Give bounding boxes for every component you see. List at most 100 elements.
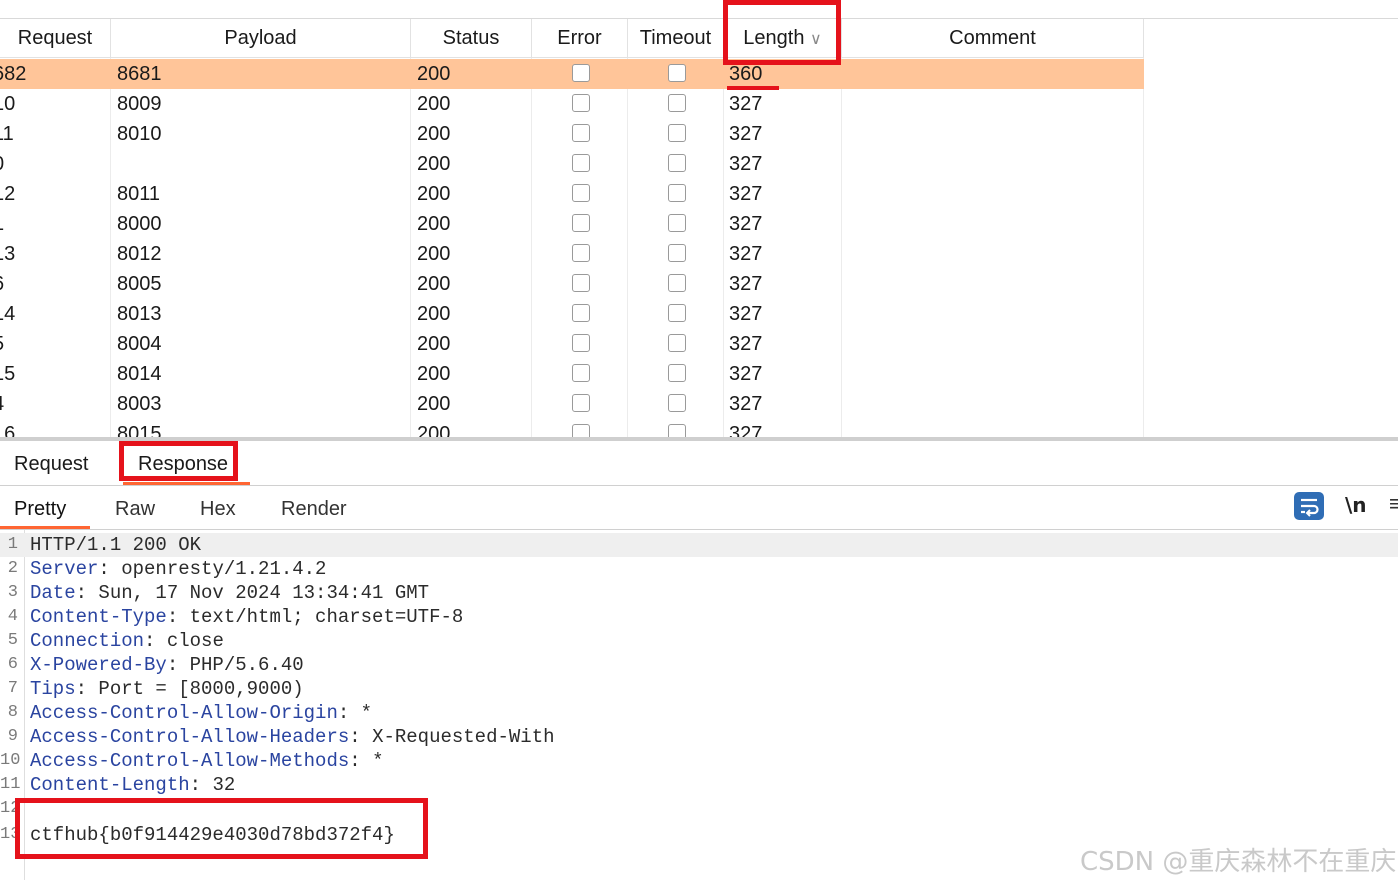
table-row[interactable]: 16 8015 200 327 <box>0 419 1144 438</box>
timeout-checkbox[interactable] <box>668 274 686 292</box>
error-checkbox[interactable] <box>572 94 590 112</box>
header-line: Access-Control-Allow-Origin: * <box>30 701 372 725</box>
timeout-checkbox[interactable] <box>668 154 686 172</box>
header-name: Access-Control-Allow-Methods <box>30 750 350 772</box>
column-header-timeout[interactable]: Timeout <box>628 19 724 58</box>
timeout-checkbox[interactable] <box>668 64 686 82</box>
error-checkbox[interactable] <box>572 334 590 352</box>
timeout-checkbox[interactable] <box>668 124 686 142</box>
tab-pretty[interactable]: Pretty <box>0 486 91 529</box>
table-row[interactable]: 10 8009 200 327 <box>0 89 1144 119</box>
timeout-checkbox[interactable] <box>668 424 686 438</box>
length-cell: 327 <box>729 333 763 355</box>
payload-cell: 8009 <box>117 93 162 115</box>
tab-render[interactable]: Render <box>281 486 347 528</box>
table-row[interactable]: 0 200 327 <box>0 149 1144 179</box>
error-checkbox[interactable] <box>572 64 590 82</box>
table-row[interactable]: 5 8004 200 327 <box>0 329 1144 359</box>
error-checkbox[interactable] <box>572 424 590 438</box>
timeout-checkbox[interactable] <box>668 334 686 352</box>
header-value: : close <box>144 630 224 652</box>
length-cell: 327 <box>729 123 763 145</box>
header-line: Server: openresty/1.21.4.2 <box>30 557 326 581</box>
payload-cell: 8015 <box>117 423 162 438</box>
line-number: 11 <box>0 775 21 794</box>
payload-cell: 8000 <box>117 213 162 235</box>
column-header-status[interactable]: Status <box>411 19 532 58</box>
header-value: : * <box>349 750 384 772</box>
length-header-highlight <box>723 0 841 65</box>
header-name: Server <box>30 558 99 580</box>
code-line: 9 Access-Control-Allow-Headers: X-Request… <box>0 725 1398 749</box>
code-line: 5 Connection: close <box>0 629 1398 653</box>
table-row[interactable]: 6 8005 200 327 <box>0 269 1144 299</box>
error-checkbox[interactable] <box>572 124 590 142</box>
line-number: 4 <box>7 607 18 626</box>
table-row[interactable]: 6828681200360 <box>0 59 1144 89</box>
request-cell: 13 <box>0 243 16 265</box>
results-table: Request Payload Status Error Timeout Len… <box>0 0 1398 438</box>
error-checkbox[interactable] <box>572 304 590 322</box>
table-row[interactable]: 11 8010 200 327 <box>0 119 1144 149</box>
menu-icon[interactable]: ≡ <box>1389 491 1398 517</box>
length-cell: 327 <box>729 93 763 115</box>
watermark: CSDN @重庆森林不在重庆 <box>1080 847 1397 877</box>
view-tabs: Pretty Raw Hex Render <box>0 486 1398 530</box>
length-cell: 327 <box>729 273 763 295</box>
error-checkbox[interactable] <box>572 154 590 172</box>
timeout-checkbox[interactable] <box>668 94 686 112</box>
length-cell: 327 <box>729 183 763 205</box>
column-header-label: Comment <box>949 27 1036 49</box>
timeout-checkbox[interactable] <box>668 214 686 232</box>
code-line: 11 Content-Length: 32 <box>0 773 1398 797</box>
code-line: 3 Date: Sun, 17 Nov 2024 13:34:41 GMT <box>0 581 1398 605</box>
column-header-payload[interactable]: Payload <box>111 19 411 58</box>
show-newlines-button[interactable]: \n <box>1345 493 1367 517</box>
error-checkbox[interactable] <box>572 214 590 232</box>
table-row[interactable]: 12 8011 200 327 <box>0 179 1144 209</box>
header-value: : Port = [8000,9000) <box>75 678 304 700</box>
error-checkbox[interactable] <box>572 274 590 292</box>
timeout-checkbox[interactable] <box>668 394 686 412</box>
error-checkbox[interactable] <box>572 184 590 202</box>
status-cell: 200 <box>417 153 451 175</box>
header-line: Content-Type: text/html; charset=UTF-8 <box>30 605 463 629</box>
line-number: 1 <box>7 535 18 554</box>
error-checkbox[interactable] <box>572 364 590 382</box>
tab-request[interactable]: Request <box>14 441 89 485</box>
header-name: Content-Type <box>30 606 167 628</box>
table-row[interactable]: 1 8000 200 327 <box>0 209 1144 239</box>
code-line: 8 Access-Control-Allow-Origin: * <box>0 701 1398 725</box>
request-cell: 14 <box>0 303 16 325</box>
header-value: : * <box>337 702 373 724</box>
header-line: Access-Control-Allow-Methods: * <box>30 749 383 773</box>
status-cell: 200 <box>417 273 451 295</box>
response-tab-highlight <box>119 441 238 481</box>
code-line: 7 Tips: Port = [8000,9000) <box>0 677 1398 701</box>
column-header-request[interactable]: Request <box>0 19 111 58</box>
timeout-checkbox[interactable] <box>668 244 686 262</box>
column-header-label: Timeout <box>639 27 712 49</box>
header-name: Tips <box>30 678 76 700</box>
request-cell: 4 <box>0 389 4 419</box>
payload-cell: 8005 <box>117 273 162 295</box>
tab-raw[interactable]: Raw <box>115 486 155 528</box>
table-row[interactable]: 13 8012 200 327 <box>0 239 1144 269</box>
word-wrap-button[interactable] <box>1294 492 1324 520</box>
column-header-error[interactable]: Error <box>532 19 628 58</box>
column-header-comment[interactable]: Comment <box>842 19 1144 58</box>
column-header-label: Error <box>557 27 602 49</box>
table-row[interactable]: 15 8014 200 327 <box>0 359 1144 389</box>
table-row[interactable]: 4 8003 200 327 <box>0 389 1144 419</box>
header-value: : 32 <box>189 774 236 796</box>
timeout-checkbox[interactable] <box>668 364 686 382</box>
header-name: Content-Length <box>30 774 190 796</box>
timeout-checkbox[interactable] <box>668 184 686 202</box>
timeout-checkbox[interactable] <box>668 304 686 322</box>
line-number: 5 <box>7 631 18 650</box>
status-cell: 200 <box>417 123 451 145</box>
tab-hex[interactable]: Hex <box>200 486 236 528</box>
error-checkbox[interactable] <box>572 394 590 412</box>
table-row[interactable]: 14 8013 200 327 <box>0 299 1144 329</box>
error-checkbox[interactable] <box>572 244 590 262</box>
